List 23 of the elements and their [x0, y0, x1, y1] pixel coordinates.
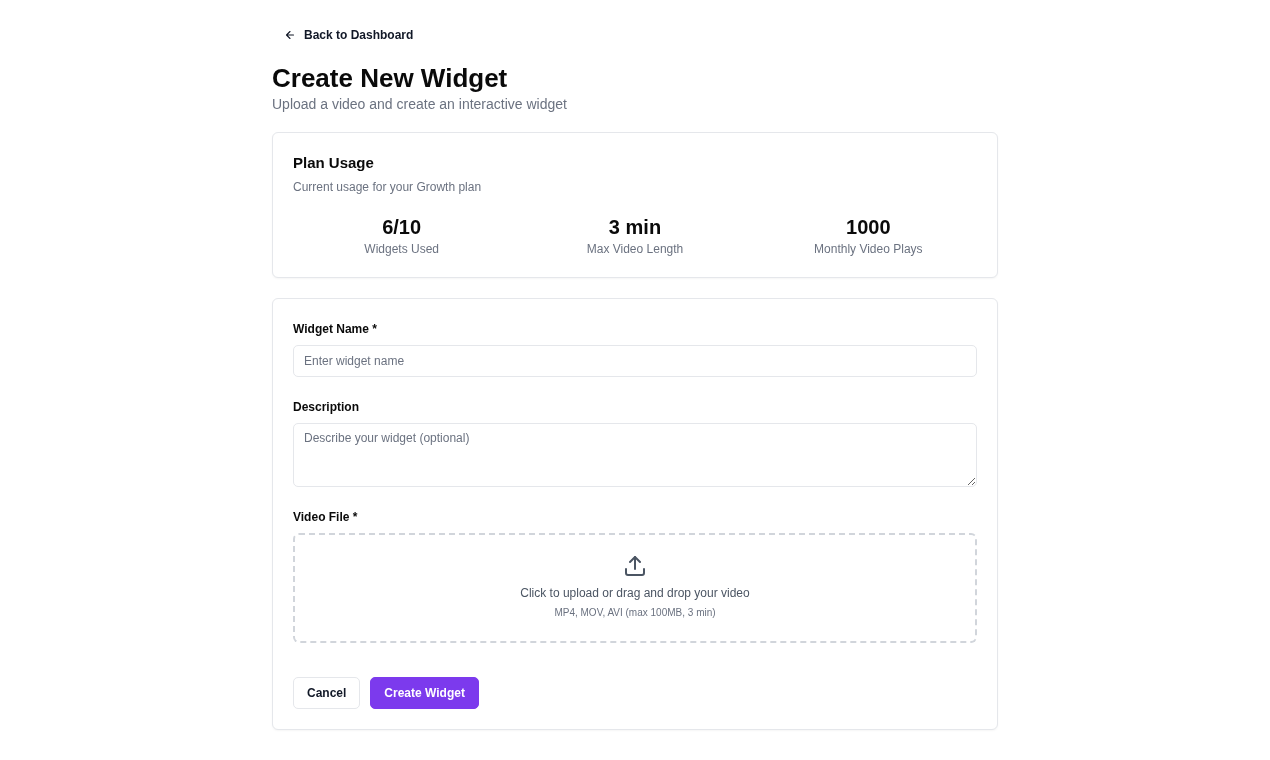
input-field[interactable]: Enter widget name — [293, 345, 977, 377]
upload-dropzone[interactable]: Click to upload or drag and drop your video MP4, MOV, AVI (max 100MB, 3 min) — [293, 533, 977, 643]
field-label: Description — [293, 399, 360, 416]
create-button[interactable]: Create Widget — [370, 677, 479, 709]
field-label: Video File * — [293, 509, 359, 526]
stat-label: Max Video Length — [586, 241, 684, 257]
upload-prompt: Click to upload or drag and drop your video — [520, 585, 750, 601]
stat-value: 3 min — [608, 215, 662, 240]
stat-label: Widgets Used — [364, 241, 439, 257]
card-description: Current usage for your Growth plan — [293, 179, 483, 195]
page-title: Create New Widget — [272, 62, 509, 94]
back-link[interactable]: Back to Dashboard — [272, 18, 426, 52]
card-title: Plan Usage — [293, 153, 375, 173]
field-label: Widget Name * — [293, 321, 378, 338]
stat-label: Monthly Video Plays — [814, 241, 923, 257]
upload-icon — [625, 556, 645, 576]
stat-value: 1000 — [846, 215, 891, 240]
stat-value: 6/10 — [382, 215, 422, 240]
arrow-left-icon — [284, 29, 296, 41]
page-subtitle: Upload a video and create an interactive widget — [272, 95, 568, 114]
cancel-button[interactable]: Cancel — [293, 677, 361, 709]
textarea-field[interactable]: Describe your widget (optional) — [293, 423, 977, 487]
upload-hint: MP4, MOV, AVI (max 100MB, 3 min) — [554, 606, 716, 620]
